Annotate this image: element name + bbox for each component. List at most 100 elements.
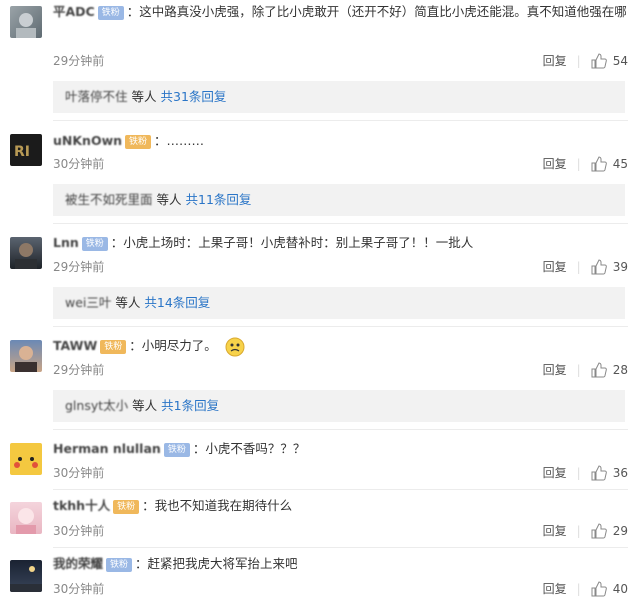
comment-body: ：这中路真没小虎强，除了比小虎敢开（还开不好）简直比小虎还能混。真不知道他强在哪 bbox=[126, 4, 627, 19]
fan-badge: 铁粉 bbox=[163, 442, 190, 457]
avatar[interactable] bbox=[10, 560, 42, 592]
comment-time: 30分钟前 bbox=[53, 524, 105, 538]
thumbs-up-icon[interactable] bbox=[591, 361, 607, 378]
comment-actions: 回复 | 36 bbox=[543, 464, 628, 481]
thumbs-up-icon[interactable] bbox=[591, 580, 607, 597]
reply-button[interactable]: 回复 bbox=[543, 464, 567, 481]
reply-button[interactable]: 回复 bbox=[543, 155, 567, 172]
divider bbox=[53, 429, 628, 430]
reply-button[interactable]: 回复 bbox=[543, 522, 567, 539]
comment-body: ：小虎上场时：上果子哥！小虎替补时：别上果子哥了！！一批人 bbox=[110, 235, 474, 250]
avatar[interactable] bbox=[10, 340, 42, 372]
like-count: 45 bbox=[612, 156, 628, 171]
username[interactable]: tkhh十人 bbox=[53, 498, 110, 513]
thumbs-up-icon[interactable] bbox=[591, 258, 607, 275]
comment-body: ：小明尽力了。 bbox=[129, 338, 217, 353]
like-count: 29 bbox=[612, 523, 628, 538]
fan-badge: 铁粉 bbox=[125, 134, 152, 149]
svg-text:RI: RI bbox=[14, 144, 30, 160]
reply-count-link[interactable]: 共1条回复 bbox=[161, 398, 219, 413]
replies-preview[interactable]: wei三叶 等人 共14条回复 bbox=[53, 287, 625, 319]
username[interactable]: 平ADC bbox=[53, 4, 95, 19]
avatar[interactable]: RI bbox=[10, 134, 42, 166]
divider bbox=[53, 547, 628, 548]
divider: | bbox=[576, 581, 581, 596]
comment-body: ：……… bbox=[154, 133, 205, 148]
comment-text: uNKnOwn 铁粉：……… bbox=[53, 130, 628, 152]
divider bbox=[53, 326, 628, 327]
like-count: 40 bbox=[612, 581, 628, 596]
sad-face-emoji-icon bbox=[225, 337, 245, 356]
replies-preview[interactable]: 叶落停不住 等人 共31条回复 bbox=[53, 81, 625, 113]
comment-actions: 回复 | 39 bbox=[543, 258, 628, 275]
comment-text: 平ADC 铁粉 ：这中路真没小虎强，除了比小虎敢开（还开不好）简直比小虎还能混。真不… bbox=[53, 1, 628, 23]
pikachu-avatar-icon bbox=[14, 457, 38, 468]
reply-tail: 等人 bbox=[156, 192, 182, 207]
divider bbox=[53, 223, 628, 224]
username[interactable]: uNKnOwn bbox=[53, 133, 122, 148]
reply-tail: 等人 bbox=[131, 89, 157, 104]
comment-time: 29分钟前 bbox=[53, 363, 105, 377]
comment-actions: 回复 | 54 bbox=[543, 52, 628, 69]
replies-preview[interactable]: glnsyt太小 等人 共1条回复 bbox=[53, 390, 625, 422]
comment-text: TAWW 铁粉 ：小明尽力了。 bbox=[53, 335, 628, 357]
reply-button[interactable]: 回复 bbox=[543, 580, 567, 597]
reply-count-link[interactable]: 共31条回复 bbox=[161, 89, 227, 104]
reply-button[interactable]: 回复 bbox=[543, 52, 567, 69]
divider bbox=[53, 489, 628, 490]
like-count: 36 bbox=[612, 465, 628, 480]
avatar[interactable] bbox=[10, 443, 42, 475]
thumbs-up-icon[interactable] bbox=[591, 464, 607, 481]
reply-count-link[interactable]: 共14条回复 bbox=[144, 295, 210, 310]
like-count: 28 bbox=[612, 362, 628, 377]
reply-button[interactable]: 回复 bbox=[543, 258, 567, 275]
replies-preview[interactable]: 被生不如死里面 等人 共11条回复 bbox=[53, 184, 625, 216]
comment-body: ：我也不知道我在期待什么 bbox=[142, 498, 293, 513]
comment-time: 29分钟前 bbox=[53, 260, 105, 274]
username[interactable]: TAWW bbox=[53, 338, 97, 353]
like-count: 54 bbox=[612, 53, 628, 68]
comment-body: ：赶紧把我虎大将军抬上来吧 bbox=[135, 556, 298, 571]
reply-users: glnsyt太小 bbox=[65, 398, 129, 413]
reply-button[interactable]: 回复 bbox=[543, 361, 567, 378]
fan-badge: 铁粉 bbox=[106, 557, 133, 572]
comment-actions: 回复 | 28 bbox=[543, 361, 628, 378]
reply-count-link[interactable]: 共11条回复 bbox=[186, 192, 252, 207]
reply-users: 被生不如死里面 bbox=[65, 192, 153, 207]
thumbs-up-icon[interactable] bbox=[591, 52, 607, 69]
username[interactable]: 我的荣耀 bbox=[53, 556, 103, 571]
avatar[interactable] bbox=[10, 237, 42, 269]
comment-time: 30分钟前 bbox=[53, 466, 105, 480]
divider: | bbox=[576, 53, 581, 68]
comment-time: 30分钟前 bbox=[53, 582, 105, 596]
team-logo-icon: RI bbox=[14, 144, 30, 160]
reply-users: wei三叶 bbox=[65, 295, 112, 310]
thumbs-up-icon[interactable] bbox=[591, 155, 607, 172]
avatar-image-icon bbox=[16, 508, 36, 534]
reply-users: 叶落停不住 bbox=[65, 89, 128, 104]
avatar-image-icon bbox=[16, 13, 36, 38]
comment-body: ：小虎不香吗？？？ bbox=[192, 441, 306, 456]
avatar-image-icon bbox=[15, 346, 37, 372]
comment-text: 我的荣耀 铁粉 ：赶紧把我虎大将军抬上来吧 bbox=[53, 553, 628, 575]
avatar[interactable] bbox=[10, 6, 42, 38]
comment-text: Lnn 铁粉 ：小虎上场时：上果子哥！小虎替补时：别上果子哥了！！一批人 bbox=[53, 232, 628, 254]
fan-badge: 铁粉 bbox=[81, 236, 108, 251]
comment-actions: 回复 | 29 bbox=[543, 522, 628, 539]
divider: | bbox=[576, 465, 581, 480]
avatar-image-icon bbox=[10, 566, 42, 592]
thumbs-up-icon[interactable] bbox=[591, 522, 607, 539]
divider: | bbox=[576, 523, 581, 538]
comment-time: 29分钟前 bbox=[53, 54, 105, 68]
comment-actions: 回复 | 40 bbox=[543, 580, 628, 597]
fan-badge: 铁粉 bbox=[100, 339, 127, 354]
comment-text: Herman nlullan 铁粉 ：小虎不香吗？？？ bbox=[53, 438, 628, 460]
avatar-image-icon bbox=[15, 243, 37, 269]
reply-tail: 等人 bbox=[115, 295, 141, 310]
fan-badge: 铁粉 bbox=[113, 499, 140, 514]
avatar[interactable] bbox=[10, 502, 42, 534]
comment-actions: 回复 | 45 bbox=[543, 155, 628, 172]
username[interactable]: Lnn bbox=[53, 235, 79, 250]
username[interactable]: Herman nlullan bbox=[53, 441, 161, 456]
comment-text: tkhh十人 铁粉 ：我也不知道我在期待什么 bbox=[53, 495, 628, 517]
